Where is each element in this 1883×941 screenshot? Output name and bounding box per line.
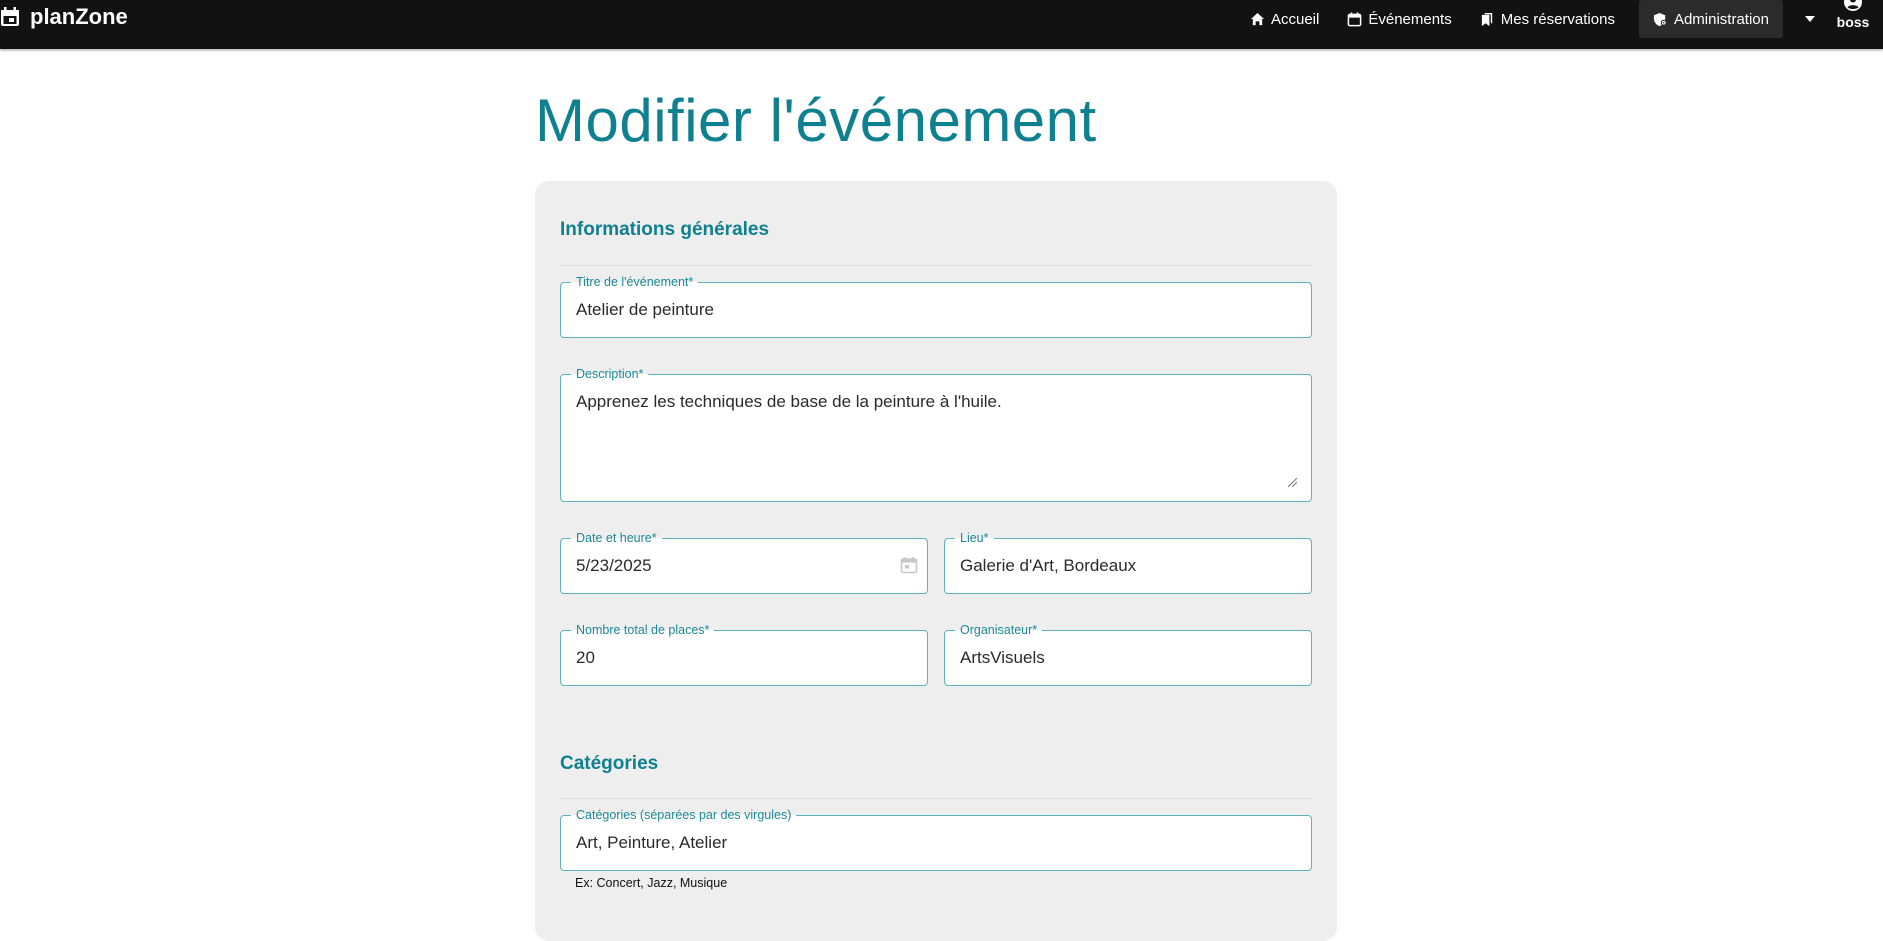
- organizer-field[interactable]: Organisateur* ArtsVisuels: [944, 622, 1312, 686]
- total-seats-field[interactable]: Nombre total de places* 20: [560, 622, 928, 686]
- resize-grip-icon[interactable]: [1288, 478, 1297, 487]
- nav-evenements-label: Événements: [1368, 10, 1452, 28]
- nav-accueil-label: Accueil: [1270, 10, 1320, 28]
- bookmarks-icon: [1481, 12, 1492, 26]
- total-seats-value: 20: [576, 648, 595, 667]
- location-value: Galerie d'Art, Bordeaux: [960, 556, 1137, 575]
- categories-value: Art, Peinture, Atelier: [576, 833, 728, 852]
- event-title-label: Titre de l'événement*: [571, 274, 699, 290]
- page-title: Modifier l'événement: [535, 87, 1097, 154]
- nav-administration[interactable]: Administration: [1638, 0, 1783, 38]
- location-field[interactable]: Lieu* Galerie d'Art, Bordeaux: [944, 530, 1312, 594]
- username: boss: [1836, 14, 1870, 30]
- calendar-icon: [1348, 11, 1362, 26]
- brand-name: planZone: [30, 4, 128, 29]
- categories-field[interactable]: Catégories (séparées par des virgules) A…: [560, 807, 1312, 871]
- edit-event-form: Informations générales Titre de l'événem…: [535, 181, 1337, 941]
- nav-mes-reservations[interactable]: Mes réservations: [1466, 0, 1629, 38]
- user-menu-toggle[interactable]: [1793, 0, 1823, 38]
- nav-links: Accueil Événements Mes réservations Admi…: [1236, 0, 1883, 38]
- date-time-input[interactable]: Date et heure* 5/23/2025: [560, 530, 928, 594]
- section-title-general: Informations générales: [560, 219, 770, 240]
- home-icon: [1250, 12, 1265, 25]
- section-divider: [560, 265, 1312, 266]
- total-seats-label: Nombre total de places*: [571, 622, 715, 638]
- description-label: Description*: [571, 366, 649, 382]
- organizer-value: ArtsVisuels: [960, 648, 1045, 667]
- date-time-value: 5/23/2025: [576, 556, 652, 575]
- description-textarea[interactable]: Description* Apprenez les techniques de …: [560, 366, 1312, 502]
- nav-mes-reservations-label: Mes réservations: [1500, 10, 1615, 28]
- categories-label: Catégories (séparées par des virgules): [571, 807, 797, 823]
- caret-down-icon: [1805, 16, 1815, 22]
- calendar-picker-icon[interactable]: [899, 555, 919, 575]
- section-title-categories: Catégories: [560, 753, 659, 774]
- nav-administration-label: Administration: [1673, 10, 1769, 28]
- section-divider: [560, 798, 1312, 799]
- organizer-label: Organisateur*: [955, 622, 1043, 638]
- nav-evenements[interactable]: Événements: [1333, 0, 1465, 38]
- account-circle-icon: [1844, 0, 1862, 11]
- top-navbar: planZone Accueil Événements Mes réservat…: [0, 0, 1883, 49]
- user-menu[interactable]: boss: [1823, 0, 1883, 38]
- date-time-label: Date et heure*: [571, 530, 662, 546]
- admin-shield-icon: [1653, 12, 1667, 26]
- event-title-value: Atelier de peinture: [576, 300, 714, 319]
- categories-hint: Ex: Concert, Jazz, Musique: [575, 876, 728, 890]
- description-value: Apprenez les techniques de base de la pe…: [576, 392, 1002, 411]
- brand[interactable]: planZone: [0, 2, 128, 32]
- calendar-brand-icon: [1, 7, 19, 26]
- location-label: Lieu*: [955, 530, 994, 546]
- nav-accueil[interactable]: Accueil: [1236, 0, 1333, 38]
- event-title-field[interactable]: Titre de l'événement* Atelier de peintur…: [560, 274, 1312, 338]
